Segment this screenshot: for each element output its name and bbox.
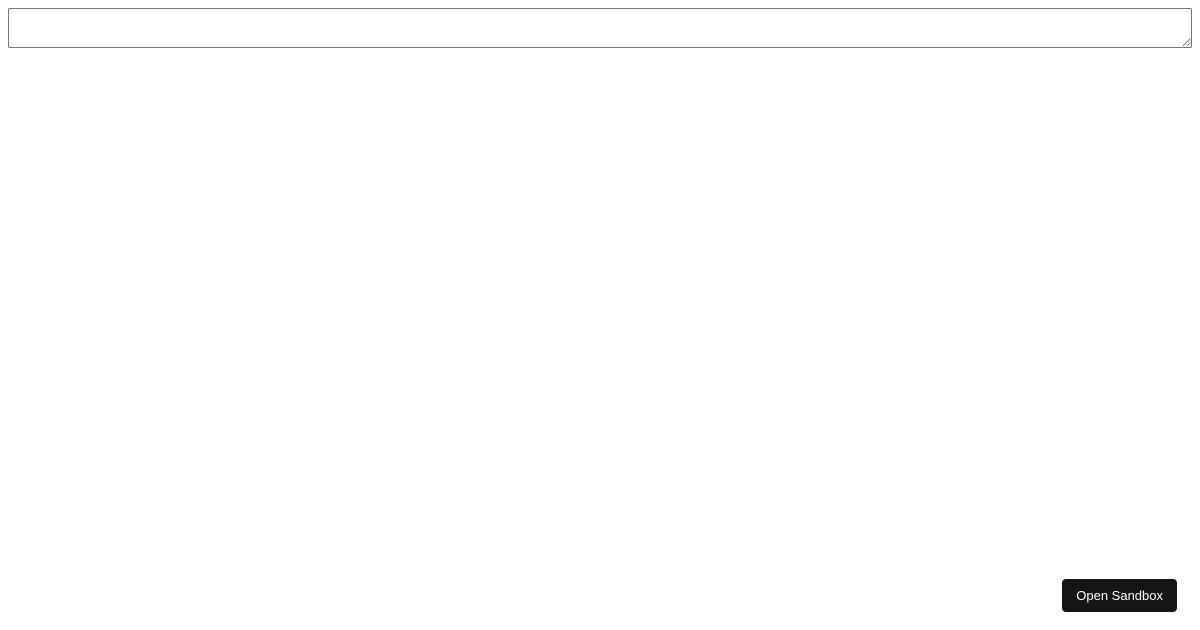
open-sandbox-button[interactable]: Open Sandbox <box>1062 579 1177 612</box>
main-textarea[interactable] <box>8 8 1192 48</box>
textarea-container <box>0 0 1200 61</box>
